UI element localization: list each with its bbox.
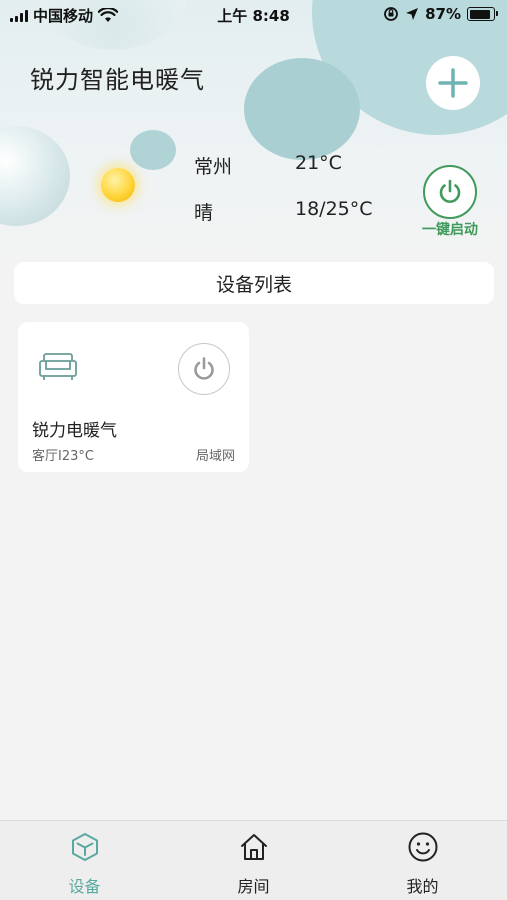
smiley-icon [408, 832, 437, 862]
sun-icon [101, 168, 135, 202]
one-key-start-label: 一键启动 [422, 222, 478, 238]
app-title: 锐力智能电暖气 [30, 66, 205, 94]
device-list-title: 设备列表 [215, 273, 292, 296]
tab-me-label: 我的 [406, 877, 439, 896]
tab-rooms[interactable]: 房间 [169, 821, 338, 900]
plus-icon [438, 68, 468, 98]
house-icon [240, 834, 267, 860]
device-power-button[interactable] [178, 343, 230, 395]
tab-devices[interactable]: 设备 [0, 821, 169, 900]
weather-condition: 晴 [194, 202, 214, 224]
orientation-lock-icon [384, 7, 398, 21]
tab-rooms-label: 房间 [237, 877, 270, 896]
decorative-bubble [244, 58, 360, 160]
add-device-button[interactable] [426, 56, 480, 110]
power-icon [194, 357, 214, 380]
tab-bar: 设备 房间 我的 [0, 820, 507, 900]
tab-me[interactable]: 我的 [338, 821, 507, 900]
decorative-bubble [130, 130, 176, 170]
device-card[interactable]: 锐力电暖气 客厅I23°C 局域网 [18, 322, 249, 472]
tab-devices-label: 设备 [68, 877, 101, 896]
device-network: 局域网 [195, 449, 235, 464]
weather-current-temp: 21°C [295, 152, 342, 174]
device-name: 锐力电暖气 [32, 421, 117, 441]
weather-city: 常州 [194, 156, 233, 178]
device-room-temp: 客厅I23°C [32, 449, 94, 464]
battery-icon [467, 7, 498, 21]
sofa-icon [39, 353, 77, 380]
cube-icon [71, 833, 98, 861]
battery-percent: 87% [425, 5, 461, 23]
status-bar: 中国移动 上午 8:48 87% [0, 0, 507, 30]
location-icon [406, 8, 419, 20]
weather-temp-range: 18/25°C [295, 198, 373, 220]
decorative-bubble [0, 126, 70, 226]
device-list-header: 设备列表 [14, 262, 494, 304]
one-key-start-button[interactable] [423, 165, 477, 219]
power-icon [439, 179, 461, 203]
